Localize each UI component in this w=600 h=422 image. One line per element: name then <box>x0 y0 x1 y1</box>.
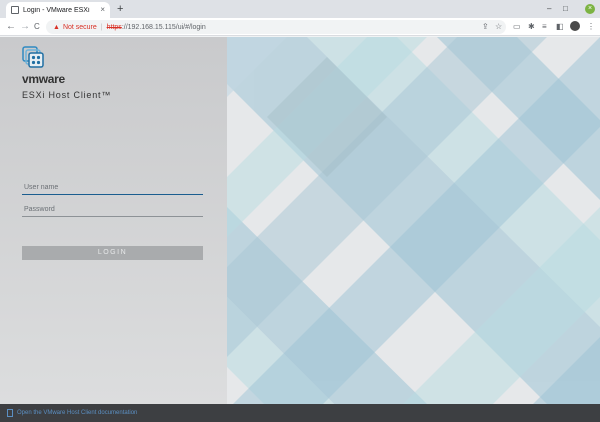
product-title: ESXi Host Client™ <box>22 90 112 100</box>
tab-strip: Login - VMware ESXi × + – □ × <box>0 0 600 18</box>
url-text: ://192.168.15.115/ui/#/login <box>121 23 206 31</box>
tab-title: Login - VMware ESXi <box>23 6 90 14</box>
tab-close-icon[interactable]: × <box>100 6 105 14</box>
forward-icon[interactable]: → <box>20 21 30 33</box>
reload-icon[interactable]: C <box>34 21 40 33</box>
media-icon[interactable]: ≡ <box>542 22 547 32</box>
url-protocol: https <box>106 23 122 31</box>
login-panel: vmware ESXi Host Client™ User name Passw… <box>0 37 227 404</box>
security-status[interactable]: Not secure <box>63 24 97 31</box>
background-pattern <box>227 37 600 404</box>
page-favicon-icon <box>11 6 19 14</box>
new-tab-button[interactable]: + <box>117 3 123 15</box>
menu-icon[interactable]: ⋮ <box>587 22 595 32</box>
extensions-icon[interactable]: ▭ <box>513 22 521 32</box>
address-bar[interactable]: ▲ Not secure | https ://192.168.15.115/u… <box>46 20 506 34</box>
warning-triangle-icon[interactable]: ▲ <box>53 24 60 31</box>
maximize-icon[interactable]: □ <box>563 4 568 14</box>
minimize-icon[interactable]: – <box>547 4 551 14</box>
tab-login[interactable]: Login - VMware ESXi × <box>6 2 110 18</box>
profile-icon[interactable] <box>570 21 580 31</box>
vmware-logo-icon <box>22 46 44 68</box>
sidepanel-icon[interactable]: ◧ <box>556 22 564 32</box>
browser-toolbar: ← → C ▲ Not secure | https ://192.168.15… <box>0 18 600 36</box>
brand-logo-text: vmware <box>22 72 65 86</box>
star-icon[interactable]: ☆ <box>495 22 502 32</box>
address-separator: | <box>100 23 103 31</box>
window-close-icon[interactable]: × <box>585 4 595 14</box>
documentation-link[interactable]: Open the VMware Host Client documentatio… <box>17 410 137 416</box>
login-page: vmware ESXi Host Client™ User name Passw… <box>0 37 600 404</box>
puzzle-icon[interactable]: ✱ <box>528 22 535 32</box>
plaid-pattern-graphic <box>227 37 600 404</box>
browser-window: Login - VMware ESXi × + – □ × ← → C ▲ No… <box>0 0 600 422</box>
share-icon[interactable]: ⇪ <box>482 22 489 32</box>
password-field[interactable]: Password <box>22 205 203 217</box>
back-icon[interactable]: ← <box>6 21 16 33</box>
document-icon <box>7 409 13 417</box>
login-button[interactable]: LOGIN <box>22 246 203 260</box>
username-field[interactable]: User name <box>22 183 203 195</box>
page-footer: Open the VMware Host Client documentatio… <box>0 404 600 422</box>
